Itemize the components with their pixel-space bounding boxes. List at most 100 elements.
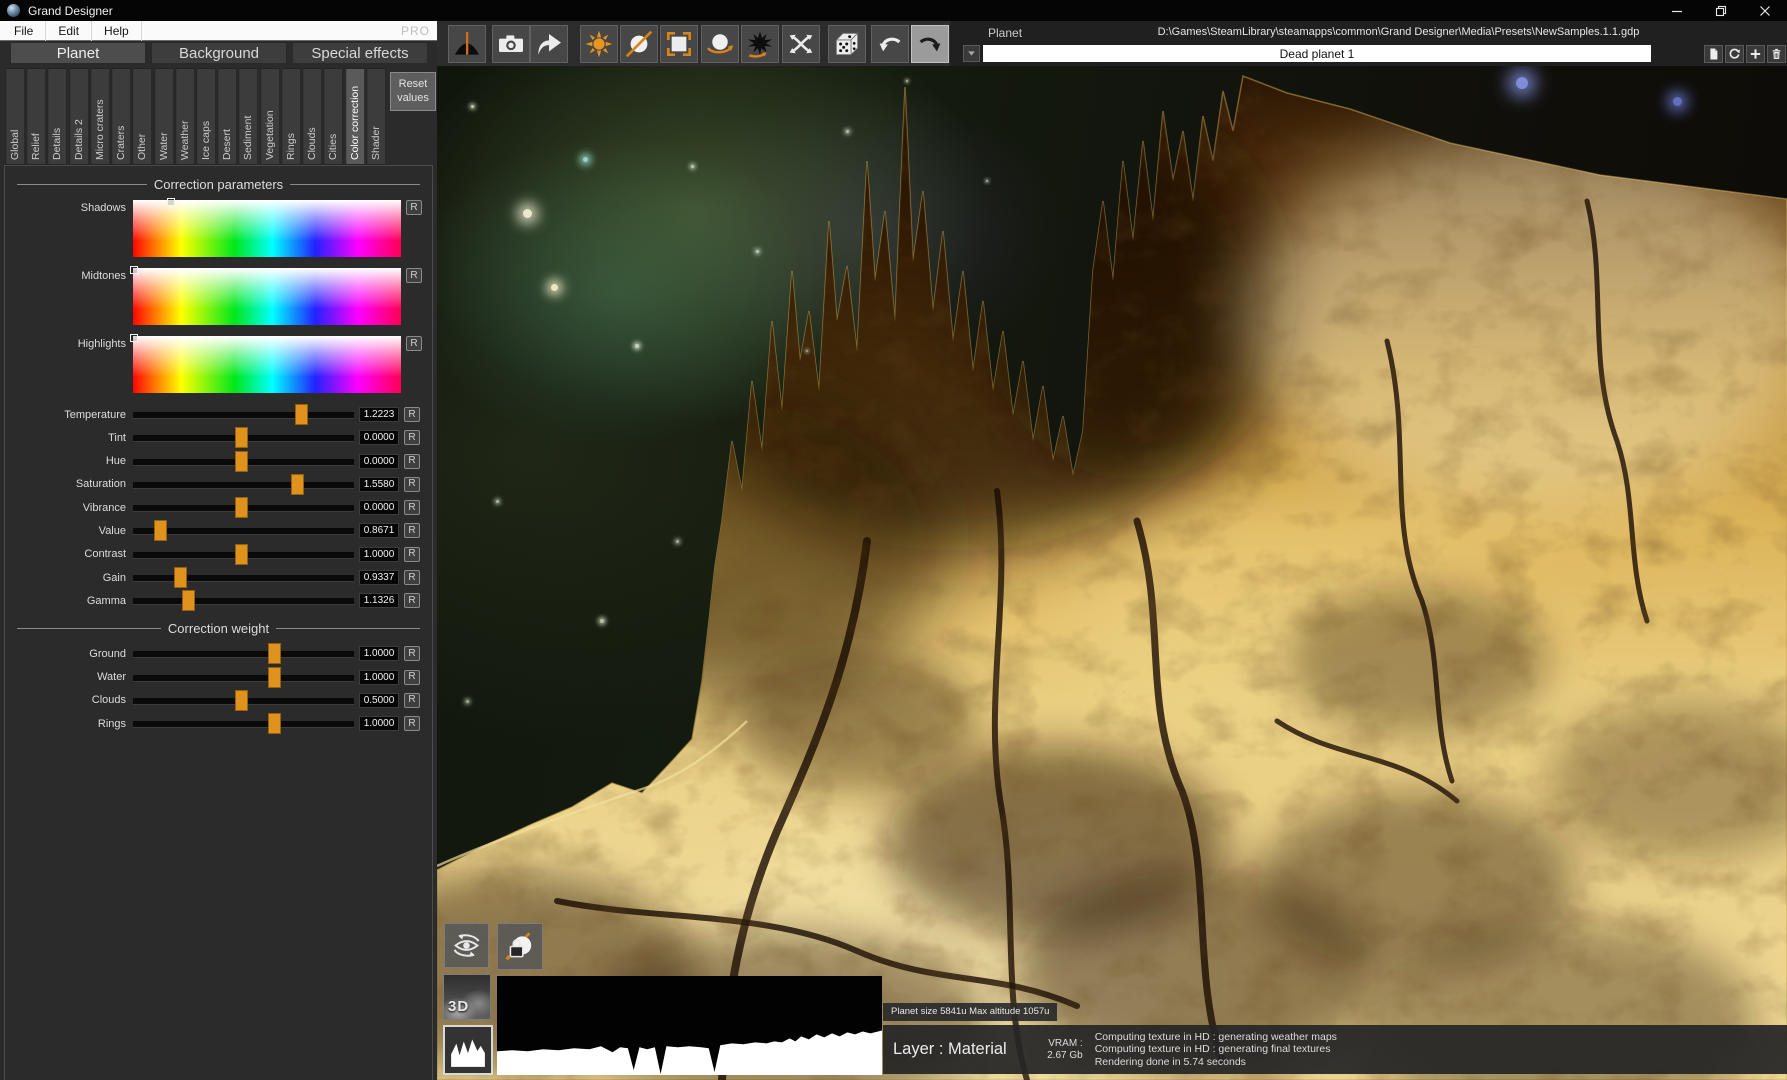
slider-handle[interactable] [291,474,304,495]
side-tab-ice-caps[interactable]: Ice caps [196,68,216,165]
color-picker-marker[interactable] [130,334,138,342]
toolbar-histogram-button[interactable] [448,25,486,63]
toolbar-impact-button[interactable] [741,25,779,63]
slider-value[interactable]: 0.0000 [359,500,399,515]
side-tab-desert[interactable]: Desert [217,68,237,165]
side-tab-details[interactable]: Details [47,68,67,165]
restore-button[interactable] [1699,0,1743,21]
side-tab-color-correction[interactable]: Color correction [345,68,365,165]
gamma-slider[interactable] [133,590,354,611]
menu-file[interactable]: File [2,21,46,41]
toolbar-shuffle-button[interactable] [782,25,820,63]
tab-background[interactable]: Background [151,42,287,64]
side-tab-global[interactable]: Global [5,68,25,165]
slider-value[interactable]: 1.0000 [359,716,399,731]
toolbar-frame-button[interactable] [660,25,698,63]
side-tab-sediment[interactable]: Sediment [238,68,258,165]
toolbar-orbit-button[interactable] [701,25,739,63]
preset-add-button[interactable] [1746,45,1765,63]
side-tab-craters[interactable]: Craters [111,68,131,165]
water-slider[interactable] [133,667,354,688]
reset-highlights-button[interactable]: R [406,336,422,351]
reset-ground-button[interactable]: R [404,646,420,661]
slider-handle[interactable] [268,643,281,664]
slider-handle[interactable] [154,520,167,541]
vibrance-slider[interactable] [133,497,354,518]
side-tab-water[interactable]: Water [154,68,174,165]
contrast-slider[interactable] [133,544,354,565]
menu-edit[interactable]: Edit [46,21,92,41]
slider-value[interactable]: 0.8671 [359,523,399,538]
side-tab-other[interactable]: Other [132,68,152,165]
reset-vibrance-button[interactable]: R [404,500,420,515]
reset-midtones-button[interactable]: R [406,268,422,283]
slider-handle[interactable] [235,544,248,565]
reset-rings-button[interactable]: R [404,716,420,731]
slider-handle[interactable] [174,567,187,588]
side-tab-weather[interactable]: Weather [175,68,195,165]
slider-value[interactable]: 1.0000 [359,670,399,685]
slider-handle[interactable] [235,497,248,518]
gain-slider[interactable] [133,567,354,588]
toolbar-export-button[interactable] [530,25,568,63]
preset-dropdown-button[interactable] [963,45,980,62]
saturation-slider[interactable] [133,474,354,495]
slider-handle[interactable] [235,451,248,472]
slider-value[interactable]: 1.5580 [359,477,399,492]
slider-value[interactable]: 1.0000 [359,646,399,661]
slider-value[interactable]: 0.0000 [359,430,399,445]
view-3d-button[interactable]: 3D [443,974,491,1020]
menu-help[interactable]: Help [92,21,142,41]
toolbar-light-button[interactable] [580,25,618,63]
reset-value-button[interactable]: R [404,523,420,538]
reset-gain-button[interactable]: R [404,570,420,585]
slider-value[interactable]: 1.1326 [359,593,399,608]
close-button[interactable] [1743,0,1787,21]
clouds-slider[interactable] [133,690,354,711]
color-picker-marker[interactable] [130,266,138,274]
side-tab-rings[interactable]: Rings [281,68,301,165]
slider-value[interactable]: 0.5000 [359,693,399,708]
value-slider[interactable] [133,520,354,541]
reset-contrast-button[interactable]: R [404,547,420,562]
preset-name-input[interactable] [983,45,1651,62]
reset-values-button[interactable]: Reset values [390,72,436,111]
planet-viewport[interactable] [437,21,1787,1080]
reset-clouds-button[interactable]: R [404,693,420,708]
tab-special-effects[interactable]: Special effects [292,42,428,64]
rings-slider[interactable] [133,713,354,734]
side-tab-shader[interactable]: Shader [366,68,386,165]
color-picker-marker[interactable] [167,198,175,206]
side-tab-micro-craters[interactable]: Micro craters [90,68,110,165]
temperature-slider[interactable] [133,404,354,425]
side-tab-clouds[interactable]: Clouds [302,68,322,165]
reset-hue-button[interactable]: R [404,454,420,469]
slider-value[interactable]: 1.0000 [359,547,399,562]
preset-delete-button[interactable] [1767,45,1786,63]
side-tab-relief[interactable]: Relief [26,68,46,165]
midtones-color-picker[interactable] [133,268,401,325]
toolbar-dice-button[interactable] [828,25,866,63]
hue-slider[interactable] [133,451,354,472]
side-tab-vegetation[interactable]: Vegetation [260,68,280,165]
reset-gamma-button[interactable]: R [404,593,420,608]
reset-saturation-button[interactable]: R [404,477,420,492]
slider-value[interactable]: 1.2223 [359,407,399,422]
reset-water-button[interactable]: R [404,670,420,685]
reset-shadows-button[interactable]: R [406,200,422,215]
auto-rotate-button[interactable] [444,923,489,968]
reset-tint-button[interactable]: R [404,430,420,445]
reset-temperature-button[interactable]: R [404,407,420,422]
slider-handle[interactable] [268,667,281,688]
slider-handle[interactable] [182,590,195,611]
minimize-button[interactable] [1655,0,1699,21]
toolbar-planet-axis-button[interactable] [620,25,658,63]
slider-value[interactable]: 0.0000 [359,454,399,469]
side-tab-cities[interactable]: Cities [323,68,343,165]
tab-planet[interactable]: Planet [10,42,146,64]
side-tab-details-2[interactable]: Details 2 [69,68,89,165]
slider-handle[interactable] [235,690,248,711]
preset-file-button[interactable] [1704,45,1723,63]
preset-reload-button[interactable] [1725,45,1744,63]
view-profile-button[interactable] [443,1025,493,1075]
